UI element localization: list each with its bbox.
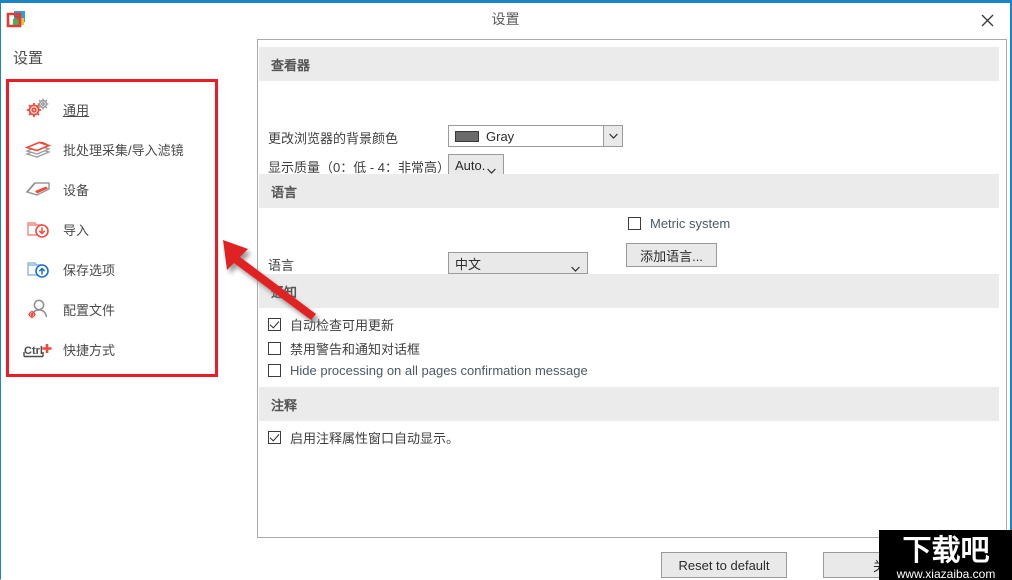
checkbox-box — [268, 431, 281, 444]
sidebar-item-label: 设备 — [63, 182, 90, 198]
auto-show-annotation-props-label: 启用注释属性窗口自动显示。 — [290, 431, 460, 446]
page-title: 设置 — [13, 50, 44, 67]
bg-color-label: 更改浏览器的背景颜色 — [268, 131, 399, 146]
sidebar-item-label: 快捷方式 — [63, 342, 116, 358]
color-swatch — [455, 130, 479, 142]
reset-to-default-button[interactable]: Reset to default — [661, 552, 787, 578]
sidebar-item-label: 配置文件 — [63, 302, 116, 318]
settings-window: 设置 设置 通用 批处理采集/导入滤镜 设备 导入 保存选项 配置文件 Ctrl… — [0, 0, 1012, 580]
ui-language-value: 中文 — [455, 256, 482, 272]
add-language-button[interactable]: 添加语言... — [626, 243, 717, 267]
sidebar-item-label: 通用 — [63, 102, 90, 118]
disable-warnings-checkbox[interactable]: 禁用警告和通知对话框 — [268, 339, 420, 358]
checkbox-box — [628, 217, 641, 230]
auto-check-updates-label: 自动检查可用更新 — [290, 318, 395, 333]
metric-system-label: Metric system — [650, 216, 731, 231]
bg-color-row: 更改浏览器的背景颜色 — [268, 128, 398, 147]
gears-icon — [23, 96, 53, 122]
sidebar-item-label: 保存选项 — [63, 262, 116, 278]
ui-language-label: 语言 — [268, 258, 295, 273]
sidebar-item-batch-import-filters[interactable]: 批处理采集/导入滤镜 — [23, 133, 213, 165]
checkbox-box — [268, 342, 281, 355]
sidebar-item-label: 导入 — [63, 222, 90, 238]
bg-color-value: Gray — [486, 128, 515, 144]
display-quality-value: Auto. — [455, 157, 486, 173]
sidebar-item-device[interactable]: 设备 — [23, 173, 213, 205]
sidebar-item-save-options[interactable]: 保存选项 — [23, 253, 213, 285]
auto-show-annotation-props-checkbox[interactable]: 启用注释属性窗口自动显示。 — [268, 428, 459, 447]
section-header-notification: 通知 — [259, 274, 999, 308]
sidebar-item-general[interactable]: 通用 — [23, 93, 213, 125]
sidebar-item-import[interactable]: 导入 — [23, 213, 213, 245]
checkbox-box — [268, 318, 281, 331]
checkbox-box — [268, 364, 281, 377]
export-upload-icon — [23, 256, 53, 282]
user-profile-icon — [23, 296, 53, 322]
ui-language-select[interactable]: 中文 — [448, 252, 588, 274]
scanner-icon — [23, 176, 53, 202]
hide-processing-message-label: Hide processing on all pages confirmatio… — [290, 363, 588, 378]
hide-processing-message-checkbox[interactable]: Hide processing on all pages confirmatio… — [268, 363, 588, 378]
close-icon[interactable] — [974, 8, 1000, 32]
chevron-down-icon — [571, 260, 580, 272]
section-header-viewer: 查看器 — [259, 47, 999, 81]
auto-check-updates-checkbox[interactable]: 自动检查可用更新 — [268, 315, 394, 334]
bg-color-select[interactable]: Gray — [448, 125, 623, 147]
window-title: 设置 — [491, 11, 520, 27]
sidebar-item-label: 批处理采集/导入滤镜 — [63, 142, 184, 158]
close-button[interactable]: 关闭 — [823, 552, 949, 578]
ctrl-key-icon: Ctrl — [23, 336, 53, 362]
display-quality-select[interactable]: Auto. — [448, 154, 504, 176]
title-bar: 设置 — [1, 3, 1010, 35]
chevron-down-icon — [487, 162, 496, 174]
settings-category-list: 通用 批处理采集/导入滤镜 设备 导入 保存选项 配置文件 Ctrl 快捷方式 — [6, 79, 218, 377]
settings-content-panel: 查看器 更改浏览器的背景颜色 Gray 显示质量（0：低 - 4：非常高） Au… — [257, 39, 1007, 538]
section-header-language: 语言 — [259, 174, 999, 208]
section-header-annotation: 注释 — [259, 387, 999, 421]
svg-text:Ctrl: Ctrl — [24, 345, 43, 357]
import-download-icon — [23, 216, 53, 242]
ui-language-row: 语言 — [268, 255, 294, 274]
metric-system-checkbox[interactable]: Metric system — [628, 216, 730, 231]
sidebar-item-shortcuts[interactable]: Ctrl 快捷方式 — [23, 333, 213, 365]
sidebar-item-profile[interactable]: 配置文件 — [23, 293, 213, 325]
disable-warnings-label: 禁用警告和通知对话框 — [290, 342, 421, 357]
chevron-down-icon — [603, 126, 622, 146]
stacked-pages-icon — [23, 136, 53, 162]
